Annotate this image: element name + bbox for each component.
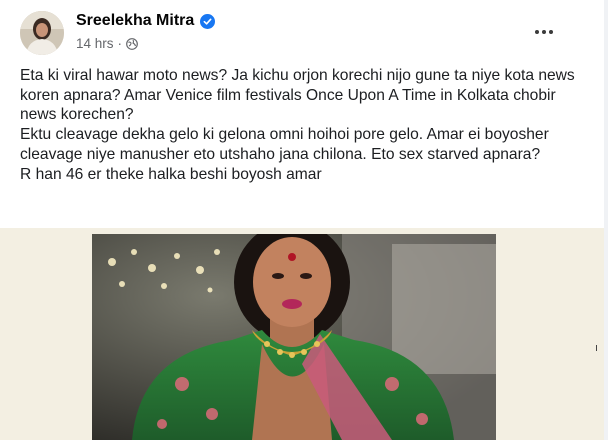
- author-name-row: Sreelekha Mitra: [76, 12, 216, 30]
- more-options-icon[interactable]: [526, 20, 562, 44]
- globe-icon[interactable]: [126, 37, 138, 50]
- post-text: Eta ki viral hawar moto news? Ja kichu o…: [20, 66, 590, 184]
- post-paragraph: Ektu cleavage dekha gelo ki gelona omni …: [20, 126, 549, 163]
- scroll-marker: [596, 345, 597, 351]
- post-timestamp[interactable]: 14 hrs: [76, 36, 114, 51]
- post-meta: 14 hrs ·: [76, 36, 138, 51]
- meta-separator: ·: [117, 36, 123, 51]
- author-name[interactable]: Sreelekha Mitra: [76, 12, 194, 30]
- author-avatar[interactable]: [20, 11, 64, 55]
- post-card: Sreelekha Mitra 14 hrs · Eta ki viral ha…: [0, 0, 604, 440]
- post-photo[interactable]: [92, 234, 496, 440]
- verified-badge-icon: [200, 13, 216, 29]
- post-paragraph: R han 46 er theke halka beshi boyosh ama…: [20, 165, 322, 183]
- post-paragraph: Eta ki viral hawar moto news? Ja kichu o…: [20, 67, 575, 124]
